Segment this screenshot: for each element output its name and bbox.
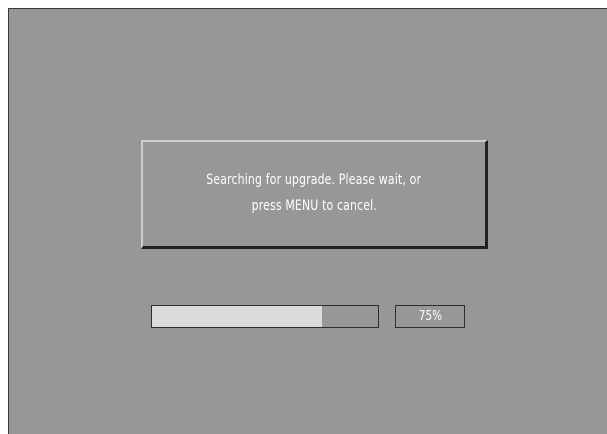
progress-bar-fill bbox=[152, 306, 322, 327]
screen: Searching for upgrade. Please wait, or p… bbox=[0, 0, 607, 434]
progress-percent-label: 75% bbox=[418, 309, 442, 324]
message-line-2: press MENU to cancel. bbox=[251, 198, 377, 214]
upgrade-progress-bar bbox=[151, 305, 379, 328]
message-line-1: Searching for upgrade. Please wait, or bbox=[206, 172, 422, 188]
progress-percent-box: 75% bbox=[395, 305, 465, 328]
upgrade-message-dialog: Searching for upgrade. Please wait, or p… bbox=[141, 140, 488, 249]
upgrade-panel: Searching for upgrade. Please wait, or p… bbox=[8, 8, 607, 434]
